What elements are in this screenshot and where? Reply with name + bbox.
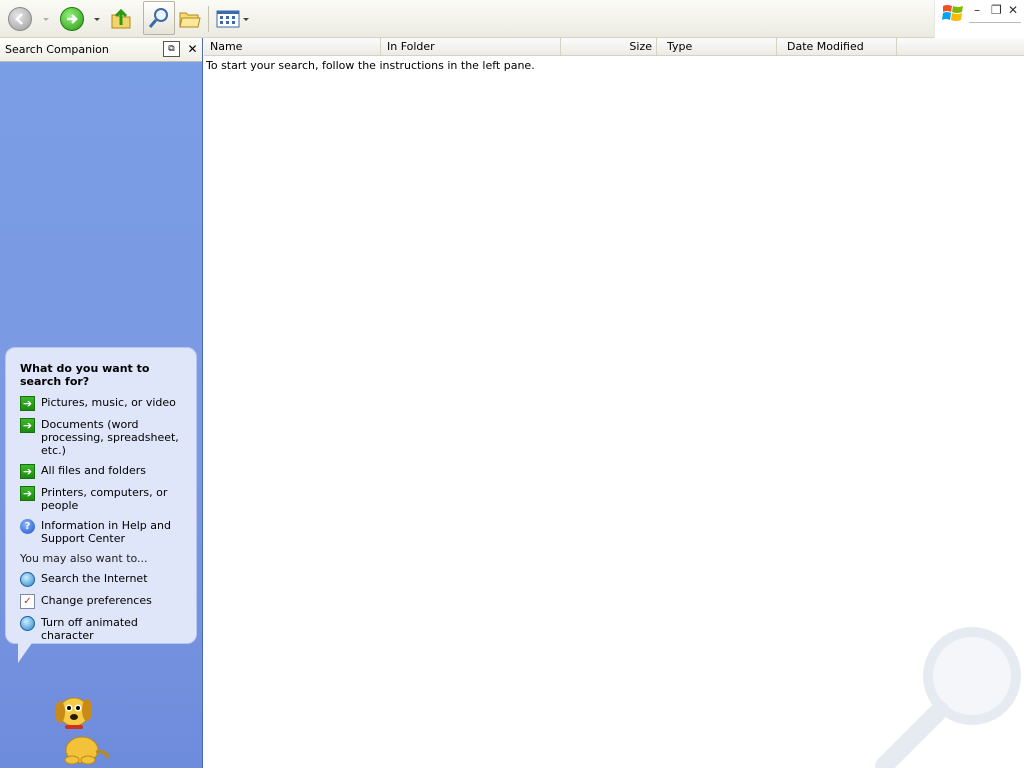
toolbar-separator bbox=[208, 6, 209, 32]
chevron-down-icon bbox=[94, 17, 100, 21]
option-all-files-folders[interactable]: ➔ All files and folders bbox=[20, 464, 188, 479]
help-icon: ? bbox=[20, 519, 35, 534]
pane-header: Search Companion ⧉ ✕ bbox=[0, 38, 202, 62]
close-pane-button[interactable]: ✕ bbox=[184, 41, 201, 57]
pane-title: Search Companion bbox=[5, 43, 109, 56]
option-label: Turn off animated character bbox=[41, 616, 138, 642]
option-turn-off-character[interactable]: Turn off animated character bbox=[20, 616, 188, 642]
chevron-down-icon bbox=[242, 17, 249, 21]
forward-dropdown[interactable] bbox=[93, 3, 101, 35]
bubble-heading: What do you want to search for? bbox=[20, 362, 150, 388]
search-options-bubble: What do you want to search for? ➔ Pictur… bbox=[5, 347, 197, 644]
chevron-down-icon bbox=[43, 17, 49, 21]
address-divider bbox=[969, 22, 1021, 23]
option-printers-computers-people[interactable]: ➔ Printers, computers, or people bbox=[20, 486, 188, 512]
column-type[interactable]: Type bbox=[657, 38, 777, 56]
close-button[interactable]: ✕ bbox=[1008, 3, 1018, 17]
column-name[interactable]: Name bbox=[204, 38, 381, 56]
folders-button[interactable] bbox=[177, 3, 203, 35]
search-button[interactable] bbox=[143, 1, 175, 35]
column-size[interactable]: Size bbox=[561, 38, 657, 56]
preferences-icon: ✓ bbox=[20, 594, 35, 609]
column-date-modified[interactable]: Date Modified bbox=[777, 38, 897, 56]
also-want-label: You may also want to... bbox=[20, 552, 148, 565]
pin-button[interactable]: ⧉ bbox=[163, 41, 180, 57]
forward-button[interactable] bbox=[60, 3, 84, 35]
windows-logo-area: – ❐ ✕ bbox=[934, 0, 1024, 38]
option-label: Pictures, music, or video bbox=[41, 396, 176, 409]
option-label: Printers, computers, or people bbox=[41, 486, 168, 512]
search-icon bbox=[148, 8, 168, 28]
results-message: To start your search, follow the instruc… bbox=[206, 59, 535, 72]
option-documents[interactable]: ➔ Documents (word processing, spreadshee… bbox=[20, 418, 188, 457]
bubble-tail bbox=[18, 643, 32, 663]
option-label: All files and folders bbox=[41, 464, 146, 477]
back-button[interactable] bbox=[8, 3, 32, 35]
column-header: Name In Folder Size Type Date Modified bbox=[204, 38, 1024, 56]
minimize-button[interactable]: – bbox=[974, 3, 980, 17]
windows-logo-icon bbox=[942, 5, 963, 21]
globe-search-icon bbox=[20, 572, 35, 587]
pin-icon: ⧉ bbox=[168, 44, 175, 54]
toolbar bbox=[0, 0, 1024, 38]
views-button[interactable] bbox=[214, 3, 250, 35]
option-help-support[interactable]: ? Information in Help and Support Center bbox=[20, 519, 188, 545]
option-search-internet[interactable]: Search the Internet bbox=[20, 572, 188, 587]
option-label: Change preferences bbox=[41, 594, 152, 607]
back-arrow-icon bbox=[8, 7, 32, 31]
restore-button[interactable]: ❐ bbox=[991, 3, 1002, 17]
up-folder-icon bbox=[111, 8, 131, 29]
folder-icon bbox=[179, 12, 201, 28]
globe-icon bbox=[20, 616, 35, 631]
column-in-folder[interactable]: In Folder bbox=[381, 38, 561, 56]
option-pictures-music-video[interactable]: ➔ Pictures, music, or video bbox=[20, 396, 188, 411]
option-label: Documents (word processing, spreadsheet,… bbox=[41, 418, 179, 457]
views-icon bbox=[216, 10, 239, 28]
option-label: Information in Help and Support Center bbox=[41, 519, 171, 545]
green-arrow-icon: ➔ bbox=[20, 396, 35, 411]
option-label: Search the Internet bbox=[41, 572, 148, 585]
green-arrow-icon: ➔ bbox=[20, 486, 35, 501]
up-folder-button[interactable] bbox=[108, 3, 134, 35]
back-dropdown[interactable] bbox=[42, 3, 50, 35]
forward-arrow-icon bbox=[60, 7, 84, 31]
option-change-preferences[interactable]: ✓ Change preferences bbox=[20, 594, 188, 609]
close-icon: ✕ bbox=[187, 42, 198, 56]
magnifier-watermark-icon bbox=[875, 627, 1021, 768]
green-arrow-icon: ➔ bbox=[20, 464, 35, 479]
green-arrow-icon: ➔ bbox=[20, 418, 35, 433]
search-dog-character-icon[interactable] bbox=[50, 690, 110, 765]
